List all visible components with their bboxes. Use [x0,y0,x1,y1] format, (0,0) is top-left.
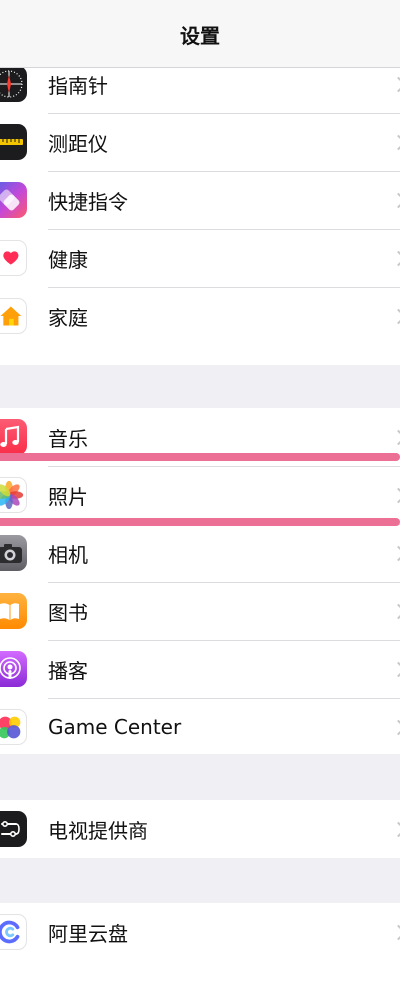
chevron-right-icon [390,134,400,150]
chevron-right-icon [390,821,400,837]
settings-item-home[interactable]: 家庭 [0,287,400,345]
settings-item-compass[interactable]: 指南针 [0,68,400,113]
navigation-bar: 设置 [0,0,400,68]
chevron-right-icon [390,192,400,208]
settings-item-label: 音乐 [48,426,88,451]
group-spacer [0,754,400,800]
chevron-right-icon [390,308,400,324]
photos-icon [0,477,27,513]
page-title: 设置 [180,24,220,48]
settings-item-label: 指南针 [48,73,108,98]
settings-item-label: 播客 [48,658,88,683]
settings-item-label: Game Center [48,715,182,739]
settings-item-label: 家庭 [48,305,88,330]
settings-item-books[interactable]: 图书 [0,582,400,640]
tv-provider-icon [0,811,27,847]
aliyun-drive-icon [0,914,27,950]
settings-item-health[interactable]: 健康 [0,229,400,287]
settings-item-tv-provider[interactable]: 电视提供商 [0,800,400,858]
books-icon [0,593,27,629]
settings-item-podcasts[interactable]: 播客 [0,640,400,698]
music-icon [0,419,27,455]
measure-icon [0,124,27,160]
highlight-line-top [0,453,400,461]
settings-item-label: 电视提供商 [48,818,148,843]
highlight-line-bottom [0,518,400,526]
settings-group-3: 电视提供商 [0,800,400,858]
chevron-right-icon [390,661,400,677]
settings-group-1: 指南针 测距仪 快捷指令 健康 家庭 [0,68,400,365]
settings-item-measure[interactable]: 测距仪 [0,113,400,171]
settings-item-label: 阿里云盘 [48,921,128,946]
chevron-right-icon [390,719,400,735]
settings-group-4: 阿里云盘 [0,903,400,991]
settings-item-game-center[interactable]: Game Center [0,698,400,756]
chevron-right-icon [390,545,400,561]
settings-item-shortcuts[interactable]: 快捷指令 [0,171,400,229]
settings-item-camera[interactable]: 相机 [0,524,400,582]
chevron-right-icon [390,924,400,940]
settings-item-photos[interactable]: 照片 [0,466,400,524]
camera-icon [0,535,27,571]
settings-item-label: 图书 [48,600,88,625]
settings-item-label: 快捷指令 [48,189,128,214]
chevron-right-icon [390,250,400,266]
shortcuts-icon [0,182,27,218]
chevron-right-icon [390,487,400,503]
game-center-icon [0,709,27,745]
chevron-right-icon [390,429,400,445]
compass-icon [0,68,27,102]
settings-item-label: 相机 [48,542,88,567]
settings-item-aliyun-drive[interactable]: 阿里云盘 [0,903,400,961]
settings-item-label: 照片 [48,484,88,509]
chevron-right-icon [390,603,400,619]
chevron-right-icon [390,76,400,92]
group-spacer [0,858,400,903]
group-spacer [0,365,400,408]
health-icon [0,240,27,276]
settings-item-label: 测距仪 [48,131,108,156]
home-icon [0,298,27,334]
podcasts-icon [0,651,27,687]
settings-item-label: 健康 [48,247,88,272]
